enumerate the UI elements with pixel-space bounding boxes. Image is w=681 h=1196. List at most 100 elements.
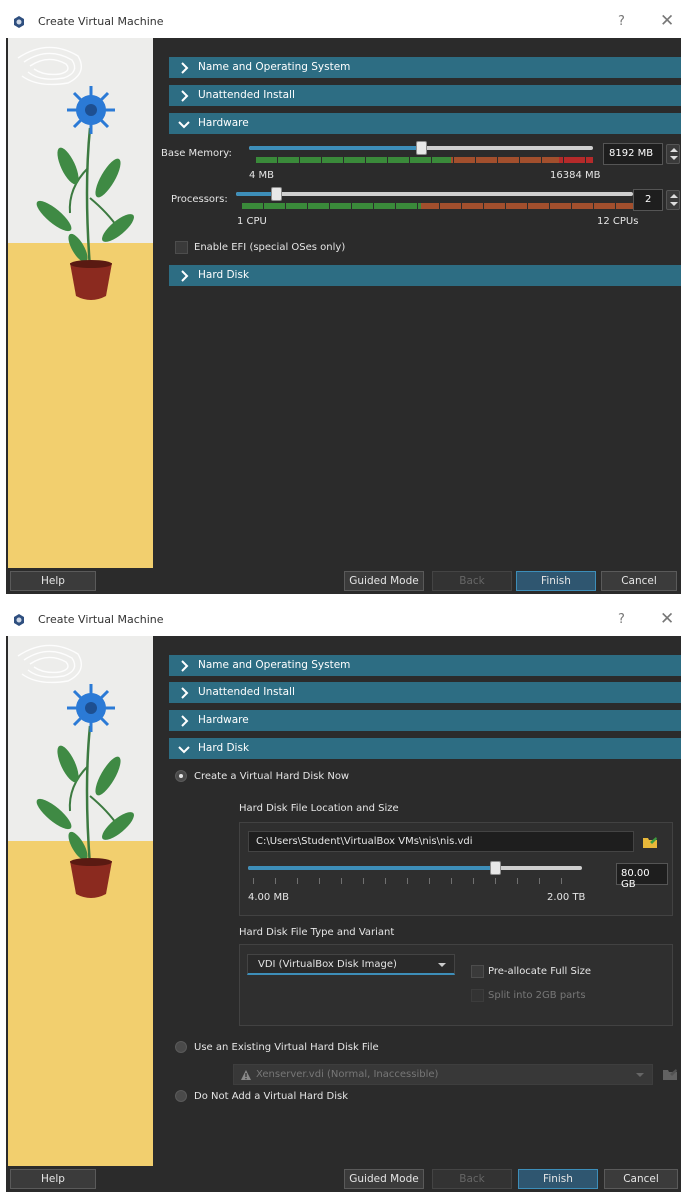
flower-pot-illustration bbox=[8, 644, 153, 1166]
section-label: Unattended Install bbox=[198, 89, 295, 101]
chevron-down-icon bbox=[636, 1073, 644, 1077]
chevron-right-icon bbox=[181, 270, 189, 282]
section-label: Name and Operating System bbox=[198, 61, 351, 73]
base-memory-slider[interactable] bbox=[249, 141, 593, 155]
proc-min-label: 1 CPU bbox=[237, 216, 267, 227]
create-disk-now-radio[interactable] bbox=[175, 770, 187, 782]
wizard-content: Name and Operating System Unattended Ins… bbox=[161, 38, 681, 568]
finish-button[interactable]: Finish bbox=[518, 1169, 598, 1189]
section-label: Hard Disk bbox=[198, 742, 250, 754]
back-button[interactable]: Back bbox=[432, 1169, 512, 1189]
disk-size-value: 80.00 GB bbox=[621, 868, 650, 890]
split-2gb-label: Split into 2GB parts bbox=[488, 990, 586, 1001]
chevron-right-icon bbox=[181, 90, 189, 102]
processors-label: Processors: bbox=[171, 194, 228, 205]
section-label: Unattended Install bbox=[198, 686, 295, 698]
warning-icon bbox=[241, 1070, 251, 1080]
proc-max-label: 12 CPUs bbox=[597, 216, 639, 227]
virtualbox-logo-icon bbox=[14, 614, 24, 626]
enable-efi-checkbox[interactable] bbox=[175, 241, 188, 254]
folder-browse-icon[interactable] bbox=[641, 833, 659, 851]
existing-disk-value: Xenserver.vdi (Normal, Inaccessible) bbox=[256, 1069, 439, 1080]
disk-size-slider[interactable] bbox=[248, 861, 582, 875]
title-bar: Create Virtual Machine ? ✕ bbox=[6, 604, 681, 636]
wizard-illustration bbox=[8, 38, 153, 568]
section-label: Hardware bbox=[198, 714, 249, 726]
flower-pot-illustration bbox=[8, 46, 153, 568]
memory-spinbox[interactable]: 8192 MB bbox=[603, 143, 663, 165]
processors-spinbox[interactable]: 2 bbox=[633, 189, 663, 211]
processors-spin-arrows-icon[interactable] bbox=[666, 190, 680, 210]
title-bar: Create Virtual Machine ? ✕ bbox=[6, 6, 681, 38]
use-existing-disk-label: Use an Existing Virtual Hard Disk File bbox=[194, 1042, 379, 1053]
slider-fill bbox=[236, 192, 276, 196]
wizard-content: Name and Operating System Unattended Ins… bbox=[161, 636, 681, 1166]
slider-handle[interactable] bbox=[416, 141, 427, 155]
location-size-title: Hard Disk File Location and Size bbox=[239, 803, 399, 814]
section-hardware[interactable]: Hardware bbox=[169, 710, 681, 731]
close-icon[interactable]: ✕ bbox=[660, 609, 674, 629]
finish-button[interactable]: Finish bbox=[516, 571, 596, 591]
preallocate-checkbox[interactable] bbox=[471, 965, 484, 978]
disk-path-input[interactable]: C:\Users\Student\VirtualBox VMs\nis\nis.… bbox=[248, 831, 634, 852]
close-icon[interactable]: ✕ bbox=[660, 11, 674, 31]
disk-type-value: VDI (VirtualBox Disk Image) bbox=[258, 959, 397, 970]
create-disk-now-label: Create a Virtual Hard Disk Now bbox=[194, 771, 350, 782]
slider-handle[interactable] bbox=[490, 861, 501, 875]
section-label: Name and Operating System bbox=[198, 659, 351, 671]
section-hardware[interactable]: Hardware bbox=[169, 113, 681, 134]
back-button[interactable]: Back bbox=[432, 571, 512, 591]
memory-min-label: 4 MB bbox=[249, 170, 275, 181]
existing-disk-combo[interactable]: Xenserver.vdi (Normal, Inaccessible) bbox=[233, 1064, 653, 1085]
wizard-illustration bbox=[8, 636, 153, 1166]
slider-fill bbox=[248, 866, 495, 870]
no-disk-radio[interactable] bbox=[175, 1090, 187, 1102]
section-unattended-install[interactable]: Unattended Install bbox=[169, 682, 681, 703]
split-2gb-checkbox[interactable] bbox=[471, 989, 484, 1002]
virtualbox-logo-icon bbox=[14, 16, 24, 28]
use-existing-disk-radio[interactable] bbox=[175, 1041, 187, 1053]
guided-mode-button[interactable]: Guided Mode bbox=[344, 1169, 424, 1189]
section-name-and-os[interactable]: Name and Operating System bbox=[169, 655, 681, 676]
cancel-button[interactable]: Cancel bbox=[604, 1169, 678, 1189]
disk-size-spinbox[interactable]: 80.00 GB bbox=[616, 863, 668, 890]
slider-handle[interactable] bbox=[271, 187, 282, 201]
type-variant-title: Hard Disk File Type and Variant bbox=[239, 927, 395, 938]
slider-groove bbox=[236, 192, 633, 196]
disk-type-combo[interactable]: VDI (VirtualBox Disk Image) bbox=[247, 954, 455, 975]
guided-mode-button[interactable]: Guided Mode bbox=[344, 571, 424, 591]
help-button[interactable]: Help bbox=[10, 1169, 96, 1189]
window-title: Create Virtual Machine bbox=[38, 613, 164, 626]
section-label: Hardware bbox=[198, 117, 249, 129]
section-label: Hard Disk bbox=[198, 269, 250, 281]
enable-efi-label: Enable EFI (special OSes only) bbox=[194, 242, 346, 253]
disk-slider-ticks bbox=[253, 878, 583, 884]
window-title: Create Virtual Machine bbox=[38, 15, 164, 28]
help-button[interactable]: Help bbox=[10, 571, 96, 591]
cancel-button[interactable]: Cancel bbox=[601, 571, 677, 591]
processors-slider[interactable] bbox=[236, 187, 633, 201]
disk-size-min-label: 4.00 MB bbox=[248, 892, 289, 903]
help-question-icon[interactable]: ? bbox=[618, 612, 625, 627]
memory-max-label: 16384 MB bbox=[550, 170, 601, 181]
chevron-right-icon bbox=[181, 660, 189, 672]
preallocate-label: Pre-allocate Full Size bbox=[488, 966, 591, 977]
chevron-right-icon bbox=[181, 687, 189, 699]
base-memory-label: Base Memory: bbox=[161, 148, 232, 159]
existing-disk-browse-icon[interactable] bbox=[661, 1065, 679, 1083]
slider-fill bbox=[249, 146, 421, 150]
chevron-down-icon bbox=[178, 121, 190, 129]
wizard-footer: Help Guided Mode Back Finish Cancel bbox=[6, 568, 681, 594]
section-name-and-os[interactable]: Name and Operating System bbox=[169, 57, 681, 78]
section-hard-disk[interactable]: Hard Disk bbox=[169, 265, 681, 286]
memory-value: 8192 MB bbox=[609, 148, 654, 159]
wizard-footer: Help Guided Mode Back Finish Cancel bbox=[6, 1166, 681, 1192]
section-unattended-install[interactable]: Unattended Install bbox=[169, 85, 681, 106]
chevron-right-icon bbox=[181, 715, 189, 727]
help-question-icon[interactable]: ? bbox=[618, 14, 625, 29]
chevron-down-icon bbox=[438, 963, 446, 967]
section-hard-disk[interactable]: Hard Disk bbox=[169, 738, 681, 759]
chevron-right-icon bbox=[181, 62, 189, 74]
create-vm-window-hard-disk: Create Virtual Machine ? ✕ Name and Oper… bbox=[6, 604, 681, 1192]
memory-spin-arrows-icon[interactable] bbox=[666, 144, 680, 164]
